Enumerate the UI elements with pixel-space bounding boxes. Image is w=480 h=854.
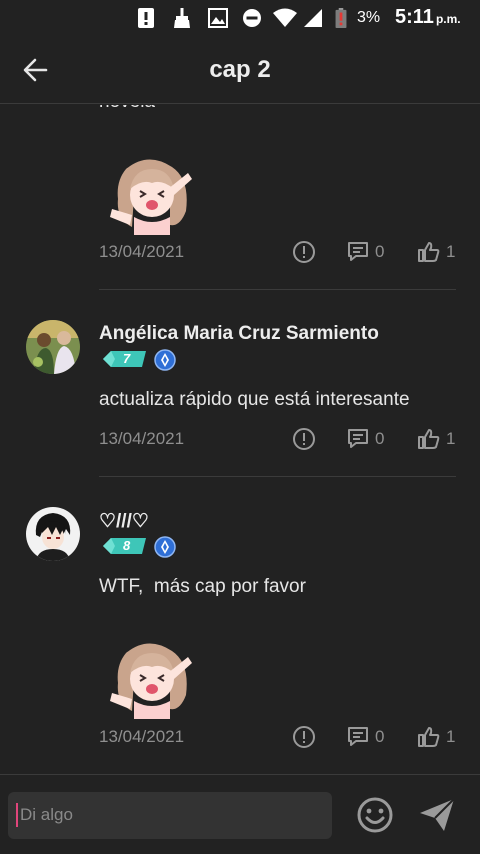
anime-girl-sticker xyxy=(110,643,192,719)
battery-low-icon xyxy=(335,8,347,28)
thumbs-up-icon xyxy=(418,429,440,449)
avatar-photo xyxy=(26,320,80,374)
signal-icon xyxy=(304,9,322,27)
notification-alert-icon xyxy=(138,8,154,28)
level-number: 7 xyxy=(123,351,131,366)
send-button[interactable] xyxy=(418,797,456,833)
do-not-disturb-icon xyxy=(243,9,261,27)
broom-icon xyxy=(174,8,190,28)
page-title: cap 2 xyxy=(209,56,271,83)
author-name[interactable]: Angélica Maria Cruz Sarmiento xyxy=(99,323,379,345)
status-bar: 3% 5:11 p.m. xyxy=(0,0,480,36)
alert-circle-icon xyxy=(293,726,315,748)
anime-girl-sticker xyxy=(110,159,192,235)
smiley-icon xyxy=(357,797,393,833)
text-caret xyxy=(16,803,18,827)
comment-meta: 13/04/2021 0 1 xyxy=(99,239,459,265)
like-count: 1 xyxy=(446,727,456,746)
comment-input[interactable]: Di algo xyxy=(8,792,332,839)
comment-date: 13/04/2021 xyxy=(99,727,185,746)
like-button[interactable]: 1 xyxy=(417,724,455,750)
moderator-badge-icon xyxy=(154,536,176,558)
level-number: 8 xyxy=(123,538,131,553)
like-button[interactable]: 1 xyxy=(417,426,455,452)
report-button[interactable] xyxy=(292,724,316,750)
send-icon xyxy=(420,798,455,831)
comment-input-placeholder: Di algo xyxy=(20,805,73,824)
reply-count: 0 xyxy=(375,727,385,746)
comment-meta: 13/04/2021 0 1 xyxy=(99,426,459,452)
level-badge: 7 xyxy=(101,350,147,368)
comment-list[interactable]: novela 13/04/2021 xyxy=(0,105,480,773)
level-badge: 8 xyxy=(101,537,147,555)
reply-button[interactable]: 0 xyxy=(346,724,384,750)
composer-bar: Di algo xyxy=(0,774,480,854)
author-name[interactable]: ♡///♡ xyxy=(99,510,149,533)
comment-text: novela xyxy=(99,105,155,113)
avatar[interactable] xyxy=(26,507,80,561)
reply-count: 0 xyxy=(375,429,385,448)
wifi-icon xyxy=(273,8,297,27)
clock: 5:11 p.m. xyxy=(395,6,461,29)
like-count: 1 xyxy=(446,429,456,448)
comment-icon xyxy=(348,242,368,261)
comment-icon xyxy=(348,727,368,746)
reply-count: 0 xyxy=(375,242,385,261)
emoji-button[interactable] xyxy=(356,796,394,834)
comment-date: 13/04/2021 xyxy=(99,429,185,448)
avatar[interactable] xyxy=(26,320,80,374)
comment-text: actualiza rápido que está interesante xyxy=(99,389,410,410)
report-button[interactable] xyxy=(292,426,316,452)
divider xyxy=(99,476,456,477)
alert-circle-icon xyxy=(293,241,315,263)
comment-text: WTF, más cap por favor xyxy=(99,576,306,597)
clock-ampm: p.m. xyxy=(435,12,461,26)
alert-circle-icon xyxy=(293,428,315,450)
battery-percent: 3% xyxy=(357,9,381,26)
app-bar: cap 2 xyxy=(0,36,480,104)
thumbs-up-icon xyxy=(418,727,440,747)
comment-date: 13/04/2021 xyxy=(99,242,185,261)
report-button[interactable] xyxy=(292,239,316,265)
reply-button[interactable]: 0 xyxy=(346,239,384,265)
divider xyxy=(99,289,456,290)
like-count: 1 xyxy=(446,242,456,261)
avatar-photo xyxy=(26,507,80,561)
comment-icon xyxy=(348,429,368,448)
like-button[interactable]: 1 xyxy=(417,239,455,265)
reply-button[interactable]: 0 xyxy=(346,426,384,452)
thumbs-up-icon xyxy=(418,242,440,262)
moderator-badge-icon xyxy=(154,349,176,371)
image-icon xyxy=(208,8,228,28)
comment-meta: 13/04/2021 0 1 xyxy=(99,724,459,750)
clock-time: 5:11 xyxy=(395,6,434,28)
